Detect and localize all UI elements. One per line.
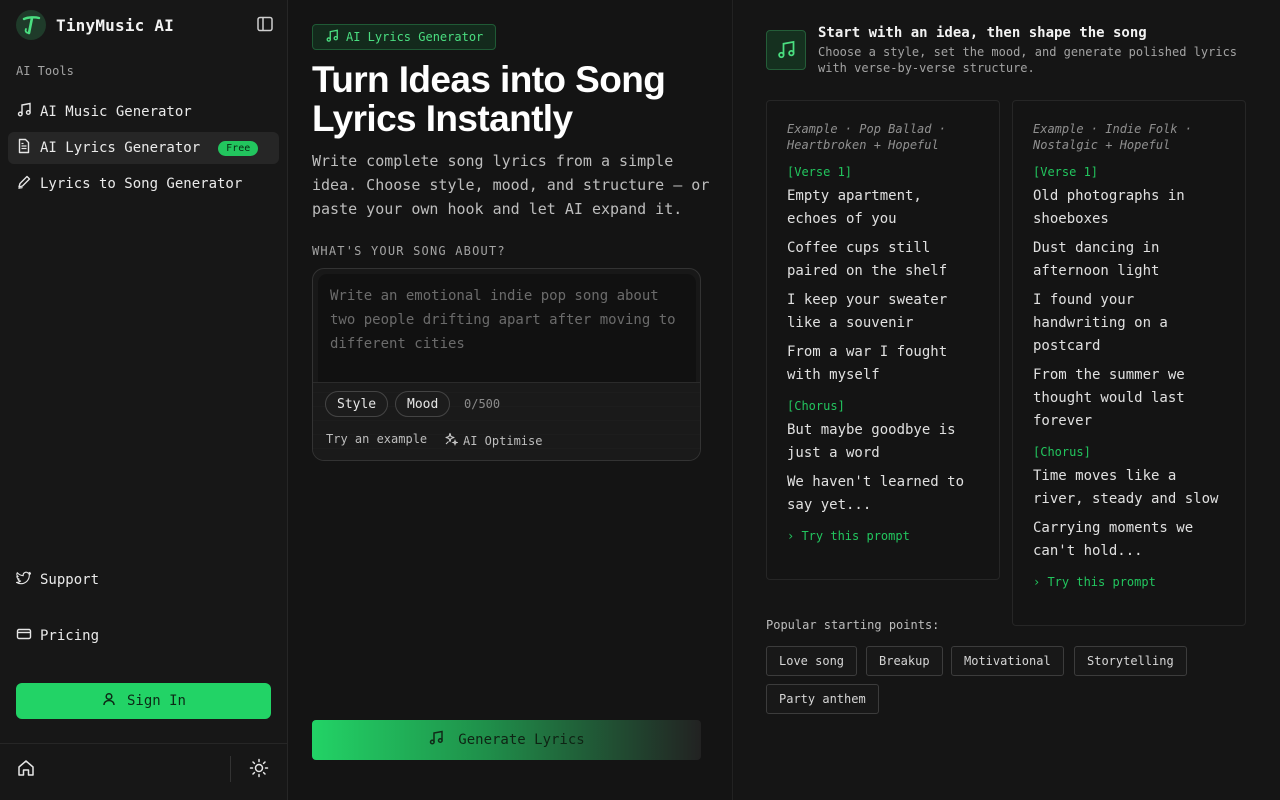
credit-card-icon	[16, 626, 32, 646]
prompt-composer: Style Mood 0/500 Try an example AI Optim…	[312, 268, 701, 461]
sidebar-item-ai-music-generator[interactable]: AI Music Generator	[8, 96, 279, 128]
sidebar-item-label: AI Lyrics Generator	[40, 140, 201, 156]
lyric-line: From a war I fought with myself	[787, 344, 948, 383]
twitter-icon	[15, 570, 32, 590]
tip-subtitle: Choose a style, set the mood, and genera…	[818, 45, 1238, 75]
page-badge-label: AI Lyrics Generator	[346, 30, 484, 44]
ai-optimise-button[interactable]: AI Optimise	[444, 432, 542, 449]
sidebar-item-lyrics-to-song-generator[interactable]: Lyrics to Song Generator	[8, 168, 279, 200]
sidebar-item-label: Lyrics to Song Generator	[40, 176, 243, 192]
lyric-line: We haven't learned to say yet...	[787, 474, 965, 513]
pricing-link[interactable]: Pricing	[16, 626, 99, 646]
page-badge: AI Lyrics Generator	[312, 24, 497, 50]
tag-love-song[interactable]: Love song	[766, 646, 858, 676]
tag-party-anthem[interactable]: Party anthem	[766, 684, 879, 714]
style-chip[interactable]: Style	[325, 391, 389, 417]
try-this-prompt-link[interactable]: › Try this prompt	[1033, 575, 1225, 625]
sidebar-toggle-icon[interactable]	[256, 15, 274, 33]
music-note-icon	[325, 29, 339, 46]
lyric-line: But maybe goodbye is just a word	[787, 422, 956, 461]
try-this-prompt-link[interactable]: › Try this prompt	[787, 529, 979, 579]
brand[interactable]: TinyMusic AI	[16, 10, 174, 40]
sparkles-icon	[444, 432, 459, 449]
sign-in-button[interactable]: Sign In	[16, 683, 271, 719]
home-icon[interactable]	[16, 758, 36, 778]
popular-label: Popular starting points:	[766, 618, 940, 632]
lyric-line: Empty apartment, echoes of you	[787, 188, 922, 227]
pen-icon	[16, 174, 32, 194]
free-badge: Free	[218, 140, 259, 156]
tools-nav: AI Music Generator AI Lyrics Generator F…	[8, 96, 279, 204]
verse-label: [Verse 1]	[787, 165, 853, 179]
example-card-pop-ballad: Example · Pop Ballad · Heartbroken + Hop…	[766, 100, 1000, 580]
tag-breakup[interactable]: Breakup	[866, 646, 943, 676]
support-link[interactable]: Support	[15, 570, 100, 590]
composer-toolbar: Style Mood 0/500 Try an example AI Optim…	[313, 382, 700, 460]
example-card-indie-folk: Example · Indie Folk · Nostalgic + Hopef…	[1012, 100, 1246, 626]
sidebar: TinyMusic AI AI Tools AI Music Generator…	[0, 0, 288, 800]
chorus-label: [Chorus]	[787, 399, 845, 413]
app: TinyMusic AI AI Tools AI Music Generator…	[0, 0, 1280, 800]
prompt-label: WHAT'S YOUR SONG ABOUT?	[312, 244, 506, 258]
pricing-label: Pricing	[40, 628, 100, 644]
sign-in-label: Sign In	[126, 693, 186, 709]
lyric-line: Coffee cups still paired on the shelf	[787, 240, 948, 279]
lyric-line: Time moves like a river, steady and slow	[1033, 468, 1219, 507]
sidebar-item-ai-lyrics-generator[interactable]: AI Lyrics Generator Free	[8, 132, 279, 164]
example-meta: Example · Pop Ballad · Heartbroken + Hop…	[787, 122, 946, 152]
sidebar-item-label: AI Music Generator	[40, 104, 192, 120]
user-icon	[101, 691, 117, 711]
lyric-line: Old photographs in shoeboxes	[1033, 188, 1185, 227]
brand-name: TinyMusic AI	[56, 15, 174, 35]
lyric-line: I found your handwriting on a postcard	[1033, 292, 1168, 354]
sun-icon[interactable]	[249, 758, 269, 778]
support-label: Support	[40, 572, 100, 588]
examples-panel: Start with an idea, then shape the song …	[734, 0, 1280, 800]
char-counter: 0/500	[464, 397, 501, 411]
lyric-line: Dust dancing in afternoon light	[1033, 240, 1160, 279]
lyric-line: From the summer we thought would last fo…	[1033, 367, 1185, 429]
tip-title: Start with an idea, then shape the song	[818, 25, 1147, 41]
generate-lyrics-label: Generate Lyrics	[458, 732, 585, 748]
page-title: Turn Ideas into Song Lyrics Instantly	[312, 59, 666, 139]
music-note-icon	[766, 30, 806, 70]
lyric-line: I keep your sweater like a souvenir	[787, 292, 948, 331]
logo-icon	[16, 10, 46, 40]
verse-label: [Verse 1]	[1033, 165, 1099, 179]
sidebar-footer	[0, 743, 287, 800]
music-note-icon	[428, 730, 444, 750]
mood-chip[interactable]: Mood	[395, 391, 451, 417]
chorus-label: [Chorus]	[1033, 445, 1091, 459]
document-icon	[16, 138, 32, 158]
try-example-button[interactable]: Try an example	[326, 432, 427, 446]
tag-storytelling[interactable]: Storytelling	[1074, 646, 1187, 676]
main-panel: AI Lyrics Generator Turn Ideas into Song…	[289, 0, 733, 800]
tag-motivational[interactable]: Motivational	[951, 646, 1064, 676]
music-note-icon	[16, 102, 32, 122]
lyric-line: Carrying moments we can't hold...	[1033, 520, 1194, 559]
ai-optimise-label: AI Optimise	[463, 433, 543, 448]
footer-divider	[230, 756, 231, 782]
example-meta: Example · Indie Folk · Nostalgic + Hopef…	[1033, 122, 1192, 152]
song-idea-input[interactable]	[318, 274, 696, 382]
section-label: AI Tools	[16, 64, 74, 78]
page-description: Write complete song lyrics from a simple…	[312, 152, 710, 218]
generate-lyrics-button[interactable]: Generate Lyrics	[312, 720, 701, 760]
